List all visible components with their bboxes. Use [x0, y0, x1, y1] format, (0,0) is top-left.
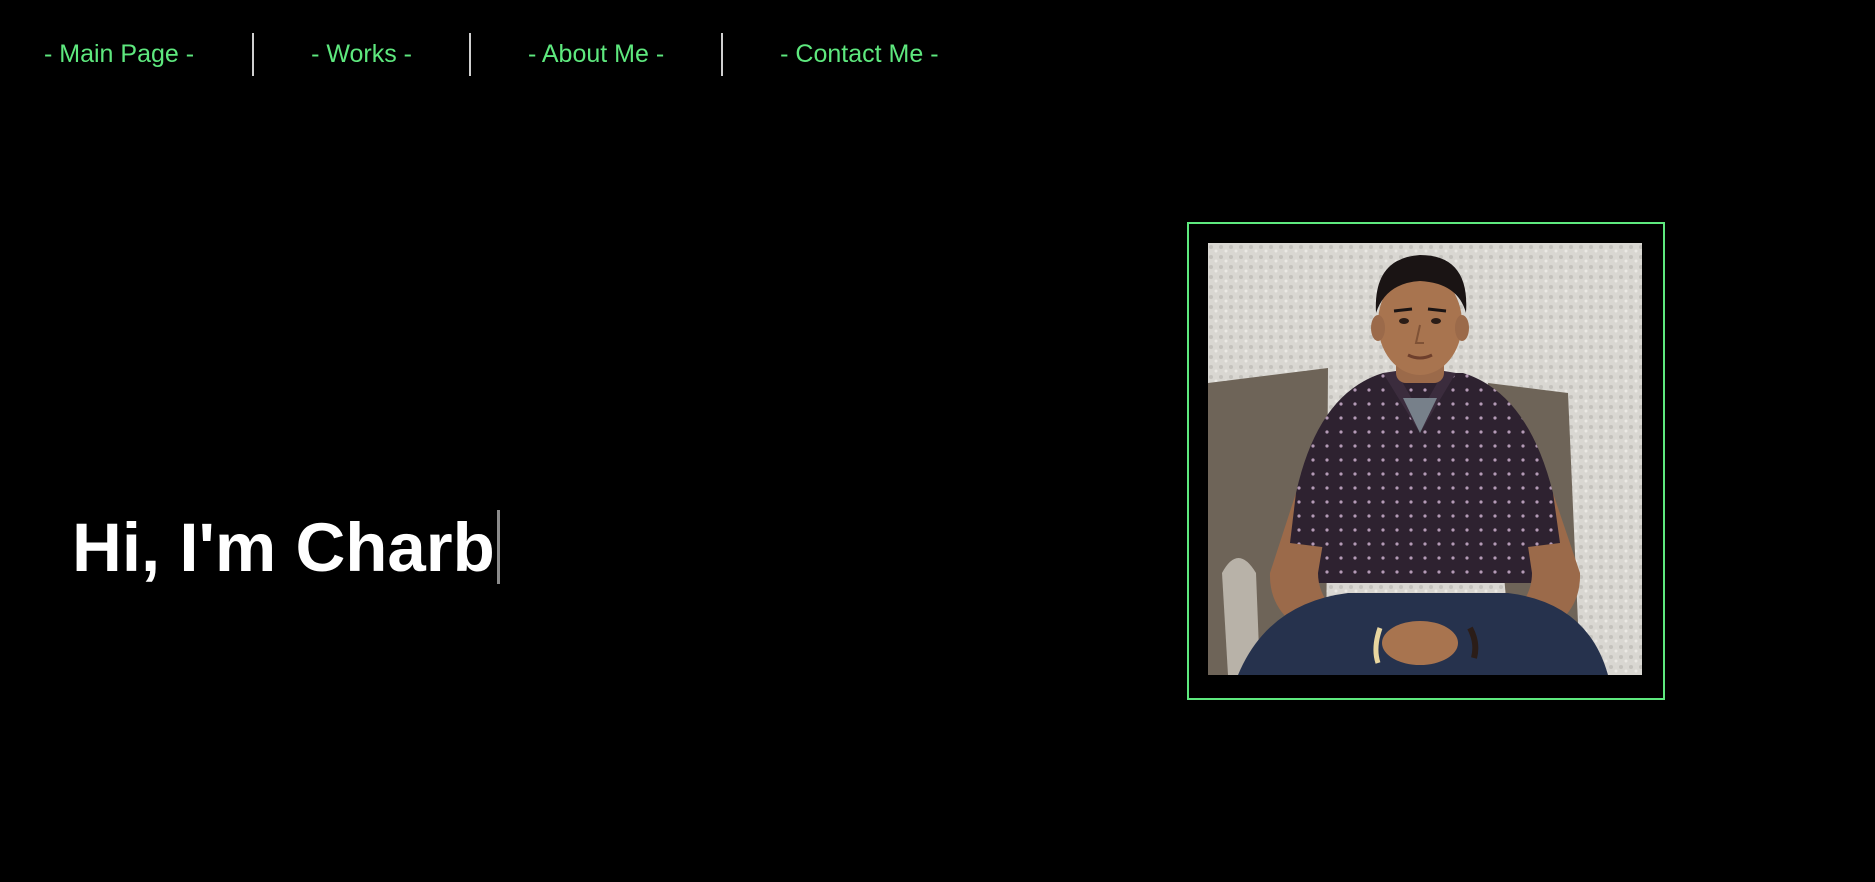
nav-works[interactable]: - Works - — [311, 40, 412, 69]
nav-contact-me[interactable]: - Contact Me - — [780, 40, 938, 69]
profile-photo-frame — [1187, 222, 1665, 700]
nav-divider — [721, 33, 724, 76]
nav-divider — [468, 33, 471, 76]
nav-about-me[interactable]: - About Me - — [528, 40, 664, 69]
hero-heading-text: Hi, I'm Charb — [72, 508, 495, 586]
profile-photo — [1208, 243, 1642, 675]
hero-heading: Hi, I'm Charb — [72, 507, 500, 587]
typing-caret — [496, 510, 500, 584]
nav-main-page[interactable]: - Main Page - — [44, 40, 194, 69]
top-navigation: - Main Page - - Works - - About Me - - C… — [0, 33, 939, 76]
portrait-illustration — [1208, 243, 1642, 675]
nav-divider — [252, 33, 255, 76]
